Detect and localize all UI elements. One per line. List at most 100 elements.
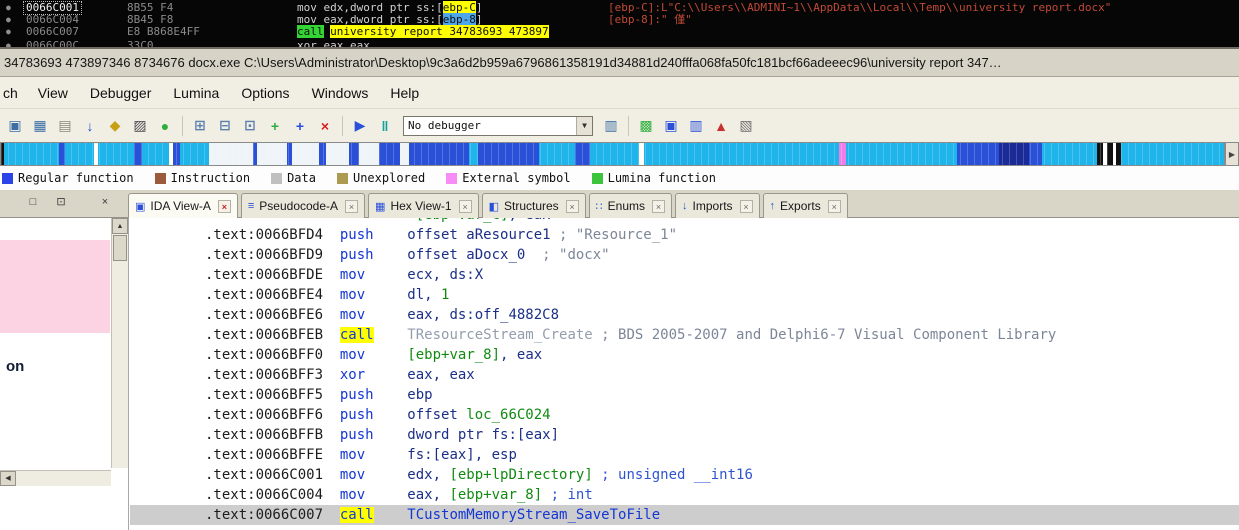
breakpoints-icon[interactable]: ▣	[660, 115, 682, 137]
debugger-comment: [ebp-8]:" 僅"	[608, 13, 692, 26]
debugger-bytes: E8 B868E4FF	[127, 25, 200, 38]
menu-item-ch[interactable]: ch	[0, 77, 27, 108]
debugger-row[interactable]: ● 0066C00C 33C0 xor eax,eax	[0, 40, 1239, 48]
undefine-icon[interactable]: ×	[314, 115, 336, 137]
jump-icon[interactable]: ↓	[79, 115, 101, 137]
add-function-icon[interactable]: +	[264, 115, 286, 137]
scrollbar-thumb[interactable]	[113, 235, 127, 261]
legend-unexplored: Unexplored	[336, 171, 425, 185]
menu-item-lumina[interactable]: Lumina	[162, 77, 230, 108]
disasm-line[interactable]: .text:0066BFD4 push offset aResource1 ; …	[205, 225, 1239, 245]
segments-icon[interactable]: ▦	[29, 115, 51, 137]
dock-float-button[interactable]: ⊡	[52, 195, 70, 211]
tab-close-icon[interactable]: ×	[565, 199, 579, 213]
tab-label: Exports	[780, 199, 821, 213]
debugger-pane[interactable]: ● 0066C001 8B55 F4 mov edx,dword ptr ss:[eb…	[0, 0, 1239, 49]
breakpoint-dot-icon[interactable]: ●	[6, 27, 11, 37]
toolbar-separator	[342, 115, 343, 136]
snapshot-icon[interactable]: ▨	[129, 115, 151, 137]
menu-item-options[interactable]: Options	[230, 77, 300, 108]
tab-enums[interactable]: ∷ Enums ×	[588, 193, 673, 218]
tab-exports[interactable]: ↑ Exports ×	[762, 193, 848, 218]
debugger-options-icon[interactable]: ▥	[600, 115, 622, 137]
tab-close-icon[interactable]: ×	[458, 199, 472, 213]
disasm-line[interactable]: .text:0066C007 call TCustomMemoryStream_…	[130, 505, 1239, 525]
flags-icon[interactable]: ▲	[710, 115, 732, 137]
tab-imports[interactable]: ↓ Imports ×	[675, 193, 760, 218]
camera-icon[interactable]: ▧	[735, 115, 757, 137]
tab-close-icon[interactable]: ×	[652, 199, 666, 213]
columns-icon[interactable]: ▥	[685, 115, 707, 137]
navigation-band[interactable]	[0, 142, 1225, 166]
menu-item-debugger[interactable]: Debugger	[79, 77, 163, 108]
edit-function-icon[interactable]: +	[289, 115, 311, 137]
disasm-line[interactable]: .text:0066BFEB call TResourceStream_Crea…	[205, 325, 1239, 345]
tab-close-icon[interactable]: ×	[739, 199, 753, 213]
legend-label: Regular function	[18, 171, 134, 185]
menu-item-view[interactable]: View	[27, 77, 79, 108]
menu-bar: ch View Debugger Lumina Options Windows Help	[0, 77, 1239, 108]
disasm-line[interactable]: .text:0066BFF5 push ebp	[205, 385, 1239, 405]
disasm-line[interactable]: .text:0066C004 mov eax, [ebp+var_8] ; in…	[205, 485, 1239, 505]
dock-close-button[interactable]: ×	[96, 195, 114, 211]
make-array-icon[interactable]: ⊡	[239, 115, 261, 137]
disasm-line[interactable]: .text:0066BFE6 mov eax, ds:off_4882C8	[205, 305, 1239, 325]
menu-item-windows[interactable]: Windows	[301, 77, 380, 108]
scroll-left-icon[interactable]: ◀	[0, 471, 16, 486]
disasm-listing[interactable]: [ebp+var_C], eax.text:0066BFD4 push offs…	[130, 218, 1239, 530]
lumina-icon[interactable]: ●	[154, 115, 176, 137]
menu-item-help[interactable]: Help	[379, 77, 430, 108]
disasm-line[interactable]: .text:0066BFF0 mov [ebp+var_8], eax	[205, 345, 1239, 365]
disasm-line[interactable]: .text:0066BFFB push dword ptr fs:[eax]	[205, 425, 1239, 445]
tab-label: Pseudocode-A	[259, 199, 339, 213]
printer-icon[interactable]: ▤	[54, 115, 76, 137]
navband-scroll-right-button[interactable]: ▶	[1225, 142, 1239, 166]
left-sidebar-panel: on ▲ ◀	[0, 218, 129, 530]
disasm-line[interactable]: .text:0066BFFE mov fs:[eax], esp	[205, 445, 1239, 465]
tab-structures[interactable]: ◧ Structures ×	[481, 193, 586, 218]
breakpoint-dot-icon[interactable]: ●	[6, 15, 11, 25]
search-icon[interactable]: ◆	[104, 115, 126, 137]
debugger-address[interactable]: 0066C00C	[26, 40, 79, 48]
combo-dropdown-icon[interactable]: ▼	[576, 116, 592, 135]
debugger-row[interactable]: ● 0066C007 E8 B868E4FF call university repo…	[0, 25, 1239, 38]
legend-label: External symbol	[462, 171, 571, 185]
tab-label: Structures	[503, 199, 559, 213]
tab-pseudocode-a[interactable]: ≡ Pseudocode-A ×	[240, 193, 366, 218]
disasm-line[interactable]: .text:0066BFD9 push offset aDocx_0 ; "do…	[205, 245, 1239, 265]
sidebar-partial-label: on	[6, 358, 25, 375]
disasm-line[interactable]: .text:0066BFF6 push offset loc_66C024	[205, 405, 1239, 425]
disasm-line[interactable]: .text:0066C001 mov edx, [ebp+lpDirectory…	[205, 465, 1239, 485]
tab-hex-view-1[interactable]: ▦ Hex View-1 ×	[368, 193, 479, 218]
legend-swatch	[271, 172, 283, 184]
run-icon[interactable]: ▶	[349, 115, 371, 137]
tab-close-icon[interactable]: ×	[217, 199, 231, 213]
make-data-icon[interactable]: ⊟	[214, 115, 236, 137]
debugger-instruction: call university report 34783693 473897	[297, 25, 549, 38]
legend-swatch	[336, 172, 348, 184]
windows-icon[interactable]: ▣	[4, 115, 26, 137]
legend-label: Data	[287, 171, 316, 185]
tab-label: Enums	[607, 199, 646, 213]
make-code-icon[interactable]: ⊞	[189, 115, 211, 137]
pause-icon[interactable]: ‖	[374, 115, 396, 137]
debugger-select[interactable]: No debugger ▼	[403, 115, 593, 136]
scroll-up-icon[interactable]: ▲	[112, 218, 128, 234]
breakpoint-dot-icon[interactable]: ●	[6, 3, 11, 13]
debugger-address[interactable]: 0066C007	[26, 26, 79, 38]
disasm-line[interactable]: .text:0066BFF3 xor eax, eax	[205, 365, 1239, 385]
tab-close-icon[interactable]: ×	[345, 199, 359, 213]
structures-icon: ◧	[488, 200, 499, 213]
legend-lumina-function: Lumina function	[591, 171, 716, 185]
disasm-line[interactable]: [ebp+var_C], eax	[205, 218, 1239, 225]
disasm-line[interactable]: .text:0066BFE4 mov dl, 1	[205, 285, 1239, 305]
tab-ida-view-a[interactable]: ▣ IDA View-A ×	[128, 193, 238, 218]
sidebar-vertical-scrollbar[interactable]: ▲	[111, 218, 128, 468]
breakpoint-dot-icon[interactable]: ●	[6, 41, 11, 47]
tab-close-icon[interactable]: ×	[827, 199, 841, 213]
dock-restore-button[interactable]: □	[24, 195, 42, 211]
legend-regular-function: Regular function	[2, 171, 134, 185]
sidebar-horizontal-scrollbar[interactable]: ◀	[0, 470, 111, 486]
open-windows-icon[interactable]: ▩	[635, 115, 657, 137]
disasm-line[interactable]: .text:0066BFDE mov ecx, ds:X	[205, 265, 1239, 285]
